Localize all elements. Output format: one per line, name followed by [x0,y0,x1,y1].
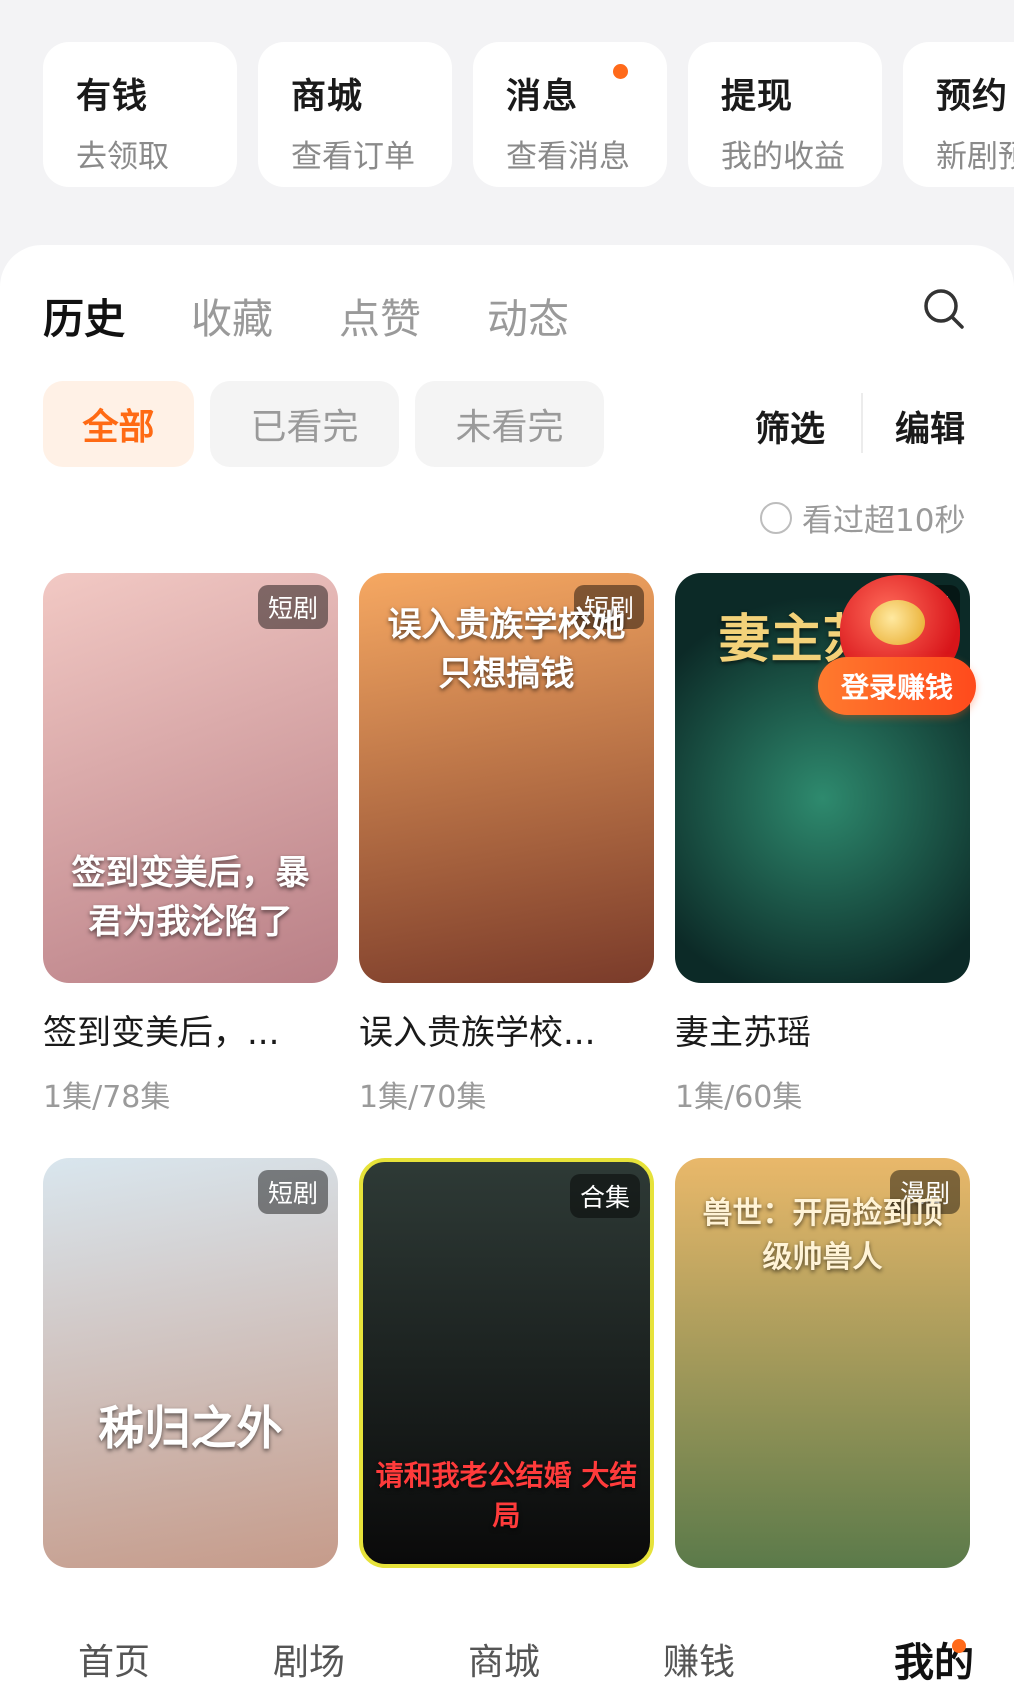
type-badge: 短剧 [257,585,328,629]
tab-history[interactable]: 历史 [43,285,125,345]
nav-earn[interactable]: 赚钱 [663,1633,858,1693]
poster-image: 短剧 误入贵族学校她只想搞钱 [359,573,654,983]
login-earn-button[interactable]: 登录赚钱 [818,657,976,715]
nav-home[interactable]: 首页 [78,1633,273,1693]
card-title: 签到变美后，... [43,1013,280,1053]
quick-action-title: 商城 [291,77,364,117]
episode-count: 1集/78集 [43,1080,171,1115]
type-badge: 合集 [569,1174,640,1218]
poster-title: 秭归之外 [98,1401,283,1455]
tab-activity[interactable]: 动态 [487,285,569,345]
quick-action-subtitle: 去领取 [76,139,169,175]
history-card[interactable]: 短剧 签到变美后，暴君为我沦陷了 签到变美后，... 1集/78集 [43,573,338,1116]
tab-bar: 历史 收藏 点赞 动态 [43,285,569,345]
quick-action-subtitle: 我的收益 [721,139,845,175]
poster-title: 兽世：开局捡到顶级帅兽人 [702,1196,943,1275]
quick-actions-row: 有钱 去领取 商城 查看订单 消息 查看消息 提现 我的收益 预约 新剧预 [43,42,1014,187]
card-title: 误入贵族学校... [359,1013,596,1053]
card-title: 妻主苏瑶 [675,1013,811,1053]
poster-image: 短剧 签到变美后，暴君为我沦陷了 [43,573,338,983]
poster-image: 漫剧 兽世：开局捡到顶级帅兽人 [675,1158,970,1568]
unread-dot [952,1639,966,1653]
nav-theater[interactable]: 剧场 [273,1633,468,1693]
episode-count: 1集/60集 [675,1080,803,1115]
quick-action-title: 有钱 [76,77,149,117]
quick-action-subtitle: 新剧预 [936,139,1014,175]
coin-icon [870,600,925,645]
quick-action-messages[interactable]: 消息 查看消息 [473,42,667,187]
episode-count: 1集/70集 [359,1080,487,1115]
bottom-nav: 首页 剧场 商城 赚钱 我的 [0,1598,1014,1693]
quick-action-title: 提现 [721,77,794,117]
quick-action-money[interactable]: 有钱 去领取 [43,42,237,187]
divider [861,393,863,453]
history-card[interactable]: 短剧 秭归之外 [43,1158,338,1568]
type-badge: 短剧 [257,1170,328,1214]
tab-favorites[interactable]: 收藏 [191,285,273,345]
unread-dot [613,64,628,79]
poster-title: 签到变美后，暴君为我沦陷了 [71,853,310,942]
quick-action-subtitle: 查看订单 [291,139,415,175]
edit-button[interactable]: 编辑 [895,401,965,452]
poster-title: 请和我老公结婚 大结局 [375,1459,638,1532]
filter-chips: 全部 已看完 未看完 [43,381,604,467]
seen-over-10s-toggle[interactable]: 看过超10秒 [760,495,965,540]
history-card[interactable]: 合集 请和我老公结婚 大结局 [359,1158,654,1568]
poster-title: 误入贵族学校她只想搞钱 [387,605,626,694]
seen-option-label: 看过超10秒 [802,503,966,539]
chip-all[interactable]: 全部 [43,381,194,467]
close-icon[interactable]: ✕ [945,545,967,575]
chip-unfinished[interactable]: 未看完 [415,381,604,467]
poster-image: 合集 请和我老公结婚 大结局 [359,1158,654,1568]
chip-finished[interactable]: 已看完 [210,381,399,467]
quick-action-title: 预约 [936,77,1009,117]
history-card[interactable]: 漫剧 兽世：开局捡到顶级帅兽人 [675,1158,970,1568]
poster-image: 短剧 秭归之外 [43,1158,338,1568]
search-icon[interactable] [922,287,966,331]
quick-action-reserve[interactable]: 预约 新剧预 [903,42,1014,187]
nav-mall[interactable]: 商城 [468,1633,663,1693]
quick-action-mall[interactable]: 商城 查看订单 [258,42,452,187]
quick-action-title: 消息 [506,77,579,117]
filter-button[interactable]: 筛选 [755,401,825,452]
tab-likes[interactable]: 点赞 [339,285,421,345]
quick-action-withdraw[interactable]: 提现 我的收益 [688,42,882,187]
history-panel: 历史 收藏 点赞 动态 全部 已看完 未看完 筛选 编辑 看过超10秒 短剧 签… [0,245,1014,1635]
radio-icon [760,501,792,534]
history-card[interactable]: 短剧 误入贵族学校她只想搞钱 误入贵族学校... 1集/70集 [359,573,654,1116]
quick-action-subtitle: 查看消息 [506,139,630,175]
